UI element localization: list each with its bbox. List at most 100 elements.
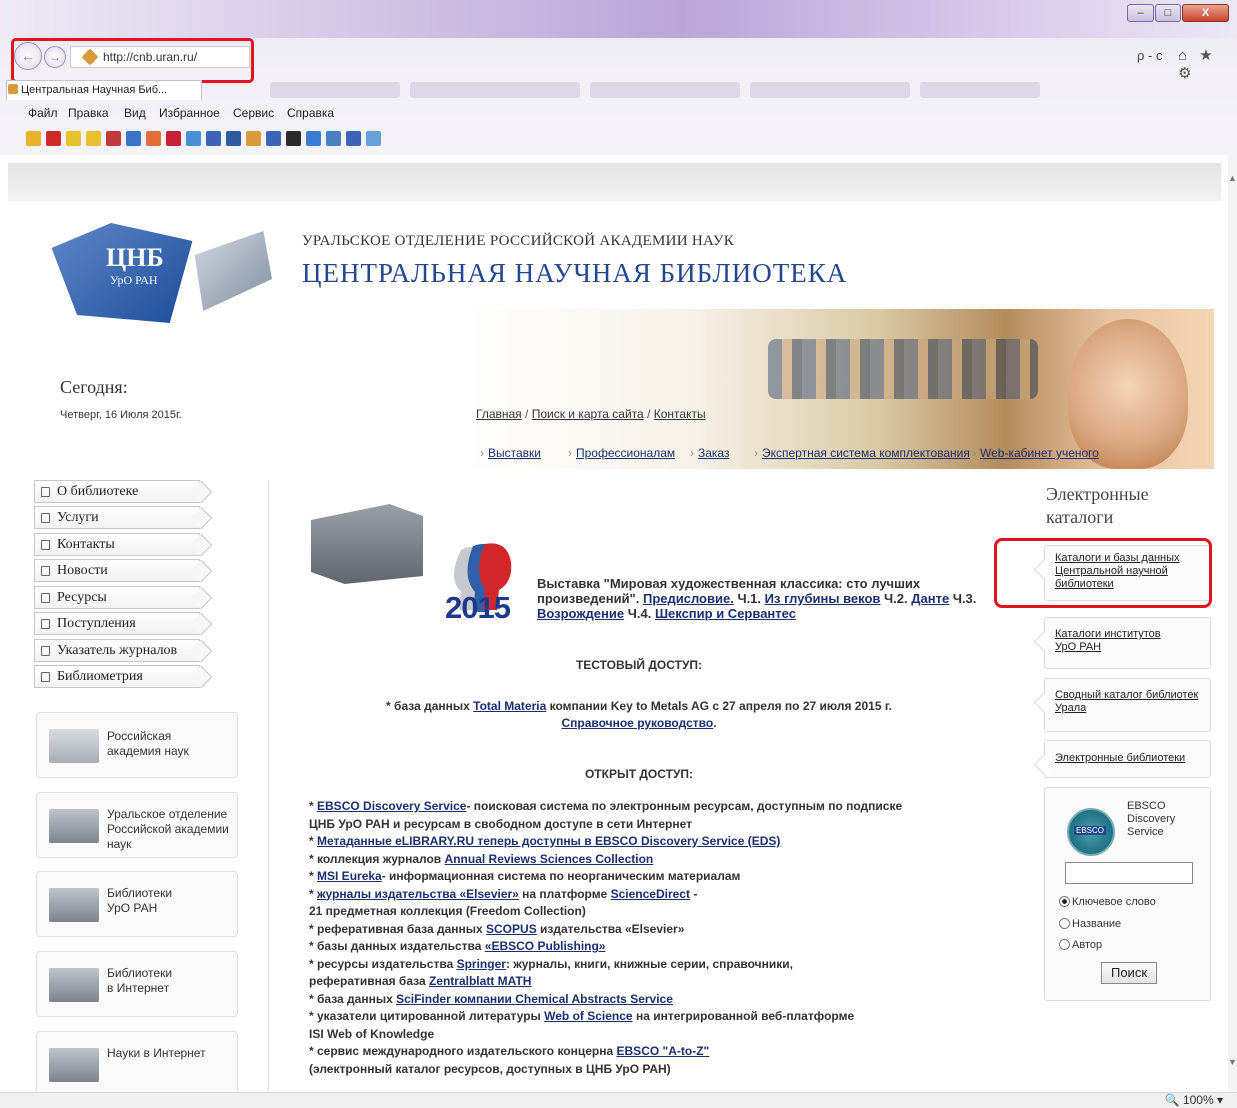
fav-link-icon[interactable] <box>46 131 61 146</box>
radio-icon[interactable] <box>1059 939 1070 950</box>
background-tab[interactable] <box>590 82 740 98</box>
menu-favorites[interactable]: Избранное <box>159 103 220 123</box>
minimize-button[interactable]: – <box>1127 4 1154 22</box>
fav-link-icon[interactable] <box>286 131 301 146</box>
subnav-link[interactable]: Web-кабинет ученого <box>980 446 1099 460</box>
breadcrumb-search[interactable]: Поиск и карта сайта <box>532 407 644 421</box>
list-item-link[interactable]: ScienceDirect <box>611 887 690 901</box>
link-part1[interactable]: Из глубины веков <box>765 591 881 606</box>
list-item-link[interactable]: Annual Reviews Sciences Collection <box>445 852 654 866</box>
list-item-link[interactable]: журналы издательства «Elsevier» <box>317 887 519 901</box>
link-box-libraries-internet[interactable]: Библиотеки в Интернет <box>36 951 238 1017</box>
fav-link-icon[interactable] <box>346 131 361 146</box>
subnav-link[interactable]: Выставки <box>488 446 541 460</box>
tab-active[interactable]: Центральная Научная Биб... <box>6 80 202 100</box>
list-item-link[interactable]: EBSCO Discovery Service <box>317 799 466 813</box>
fav-link-icon[interactable] <box>266 131 281 146</box>
list-item-link[interactable]: SCOPUS <box>486 922 537 936</box>
link-box-ras[interactable]: Российская академия наук <box>36 712 238 778</box>
subnav-exhibitions[interactable]: › Выставки <box>480 441 541 465</box>
list-item-link[interactable]: Web of Science <box>544 1009 632 1023</box>
menu-tools[interactable]: Сервис <box>233 103 274 123</box>
background-tab[interactable] <box>270 82 400 98</box>
fav-link-icon[interactable] <box>186 131 201 146</box>
menu-file[interactable]: Файл <box>28 103 58 123</box>
left-menu-contacts[interactable]: Контакты <box>34 533 200 556</box>
link-preface[interactable]: Предисловие. <box>643 591 734 606</box>
fav-link-icon[interactable] <box>126 131 141 146</box>
home-favorites-settings-icons[interactable]: ⌂ ★ ⚙ <box>1178 46 1237 82</box>
favorites-star-icon[interactable] <box>26 131 41 146</box>
vertical-scrollbar[interactable] <box>1228 155 1237 1092</box>
ebsco-search-button[interactable]: Поиск <box>1101 962 1157 984</box>
link-part3[interactable]: Возрождение <box>537 606 624 621</box>
catalog-line[interactable]: Сводный каталог библиотек <box>1055 689 1198 701</box>
catalog-line[interactable]: Каталоги институтов <box>1055 628 1161 640</box>
link-box-sciences-internet[interactable]: Науки в Интернет <box>36 1031 238 1092</box>
subnav-link[interactable]: Экспертная система комплектования <box>762 446 970 460</box>
radio-icon[interactable] <box>1059 918 1070 929</box>
subnav-web-cabinet[interactable]: › Web-кабинет ученого <box>972 441 1099 465</box>
close-button[interactable]: X <box>1182 4 1229 22</box>
list-item-link[interactable]: MSI Eureka <box>317 869 382 883</box>
zoom-level[interactable]: 🔍 100% ▾ <box>1165 1093 1223 1107</box>
catalog-line[interactable]: УрО РАН <box>1055 641 1101 653</box>
subnav-link[interactable]: Профессионалам <box>576 446 675 460</box>
left-menu-services[interactable]: Услуги <box>34 506 200 529</box>
link-total-materia[interactable]: Total Materia <box>473 699 546 713</box>
link-box-uro-ras[interactable]: Уральское отделение Российской академии на… <box>36 792 238 858</box>
fav-link-icon[interactable] <box>226 131 241 146</box>
list-item-link[interactable]: EBSCO "A-to-Z" <box>617 1044 710 1058</box>
catalog-line[interactable]: Урала <box>1055 702 1086 714</box>
list-item-link[interactable]: Zentralblatt MATH <box>429 974 531 988</box>
fav-link-icon[interactable] <box>106 131 121 146</box>
radio-title[interactable]: Название <box>1059 918 1121 930</box>
background-tab[interactable] <box>750 82 910 98</box>
list-item-link[interactable]: Метаданные eLIBRARY.RU теперь доступны в… <box>317 834 780 848</box>
link-part4[interactable]: Шекспир и Сервантес <box>655 606 796 621</box>
subnav-order[interactable]: › Заказ <box>690 441 729 465</box>
fav-link-icon[interactable] <box>366 131 381 146</box>
left-menu-journal-index[interactable]: Указатель журналов <box>34 639 200 662</box>
subnav-expert-system[interactable]: › Экспертная система комплектования <box>754 441 970 465</box>
link-part2[interactable]: Данте <box>911 591 949 606</box>
search-refresh-icon[interactable]: ρ - c <box>1137 48 1162 63</box>
fav-link-icon[interactable] <box>246 131 261 146</box>
left-menu-about[interactable]: О библиотеке <box>34 480 200 503</box>
fav-link-icon[interactable] <box>306 131 321 146</box>
list-item-link[interactable]: SciFinder компании Chemical Abstracts Se… <box>396 992 673 1006</box>
radio-selected-icon[interactable] <box>1059 896 1070 907</box>
menu-help[interactable]: Справка <box>287 103 334 123</box>
menu-view[interactable]: Вид <box>124 103 146 123</box>
catalog-ural[interactable]: Сводный каталог библиотек Урала <box>1044 678 1211 732</box>
link-reference-guide[interactable]: Справочное руководство <box>561 716 713 730</box>
background-tab[interactable] <box>920 82 1040 98</box>
link-box-libraries-uro[interactable]: Библиотеки УрО РАН <box>36 871 238 937</box>
subnav-professionals[interactable]: › Профессионалам <box>568 441 675 465</box>
fav-link-icon[interactable] <box>206 131 221 146</box>
subnav-link[interactable]: Заказ <box>698 446 729 460</box>
fav-link-icon[interactable] <box>66 131 81 146</box>
maximize-button[interactable]: □ <box>1155 4 1181 22</box>
left-menu-bibliometrics[interactable]: Библиометрия <box>34 665 200 688</box>
list-item-link[interactable]: «EBSCO Publishing» <box>485 939 606 953</box>
left-menu-resources[interactable]: Ресурсы <box>34 586 200 609</box>
fav-link-icon[interactable] <box>166 131 181 146</box>
library-logo[interactable]: ЦНБ УрО РАН <box>38 215 278 337</box>
list-item-link[interactable]: Springer <box>457 957 506 971</box>
menu-edit[interactable]: Правка <box>68 103 109 123</box>
radio-author[interactable]: Автор <box>1059 939 1102 951</box>
breadcrumb-home[interactable]: Главная <box>476 407 522 421</box>
breadcrumb-contacts[interactable]: Контакты <box>654 407 706 421</box>
fav-link-icon[interactable] <box>326 131 341 146</box>
catalog-institutes[interactable]: Каталоги институтов УрО РАН <box>1044 617 1211 669</box>
left-menu-news[interactable]: Новости <box>34 559 200 582</box>
fav-link-icon[interactable] <box>146 131 161 146</box>
catalog-line[interactable]: Электронные библиотеки <box>1055 752 1185 764</box>
scroll-down-icon[interactable]: ▼ <box>1228 1057 1237 1067</box>
catalog-e-libraries[interactable]: Электронные библиотеки <box>1044 740 1211 778</box>
fav-link-icon[interactable] <box>86 131 101 146</box>
radio-keyword[interactable]: Ключевое слово <box>1059 896 1156 908</box>
left-menu-acquisitions[interactable]: Поступления <box>34 612 200 635</box>
background-tab[interactable] <box>410 82 580 98</box>
